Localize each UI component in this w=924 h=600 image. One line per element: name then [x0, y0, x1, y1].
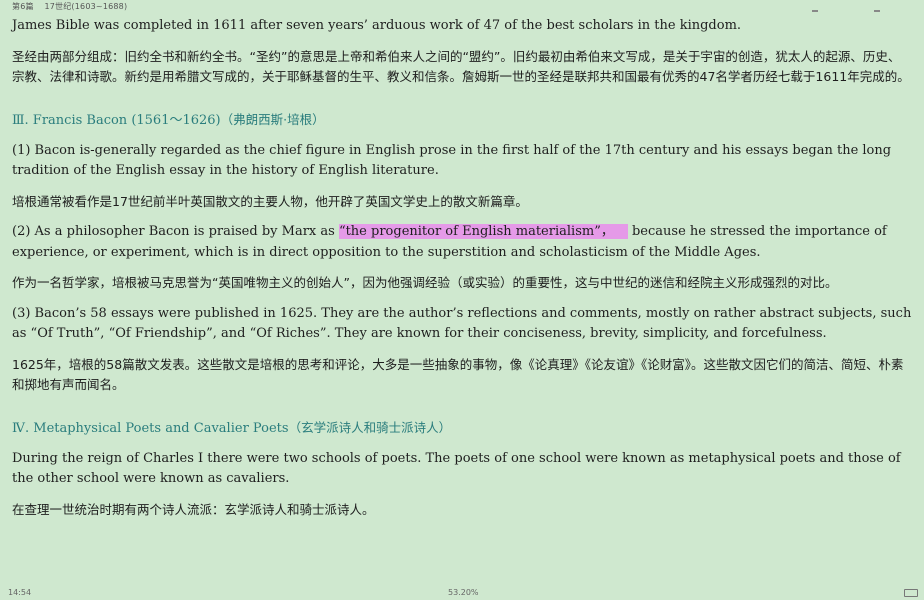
paragraph-en: James Bible was completed in 1611 after …	[12, 18, 742, 33]
paragraph-zh: 圣经由两部分组成：旧约全书和新约全书。“圣约”的意思是上帝和希伯来人之间的“盟约…	[12, 48, 910, 85]
top-indicators	[0, 4, 924, 14]
section-label: 17世纪(1603~1688)	[44, 2, 128, 11]
running-header: 第6篇 17世纪(1603~1688)	[12, 1, 135, 12]
highlighted-text[interactable]: “the progenitor of English materialism”，	[338, 224, 628, 239]
chapter-label: 第6篇	[12, 2, 34, 11]
paragraph-en: (2) As a philosopher Bacon is praised by…	[12, 222, 912, 263]
clock: 14:54	[8, 588, 32, 597]
text-run: (2) As a philosopher Bacon is praised by…	[12, 224, 339, 239]
reading-content[interactable]: James Bible was completed in 1611 after …	[12, 16, 912, 530]
dash-icon	[874, 10, 880, 12]
heading-en: Ⅳ. Metaphysical Poets and Cavalier Poets	[12, 420, 289, 436]
paragraph-zh: 培根通常被看作是17世纪前半叶英国散文的主要人物，他开辟了英国文学史上的散文新篇…	[12, 193, 528, 209]
paragraph-en: (1) Bacon is-generally regarded as the c…	[12, 142, 892, 179]
heading-zh: （玄学派诗人和骑士派诗人）	[288, 419, 452, 435]
dash-icon	[812, 10, 818, 12]
paragraph-zh: 1625年，培根的58篇散文发表。这些散文是培根的思考和评论，大多是一些抽象的事…	[12, 356, 904, 393]
paragraph-zh: 作为一名哲学家，培根被马克思誉为“英国唯物主义的创始人”，因为他强调经验（或实验…	[12, 275, 838, 290]
heading-zh: （弗朗西斯·培根）	[220, 111, 325, 127]
section-heading: Ⅲ. Francis Bacon (1561～1626)（弗朗西斯·培根）	[12, 110, 912, 131]
paragraph-en: (3) Bacon’s 58 essays were published in …	[12, 305, 912, 342]
paragraph-zh: 在查理一世统治时期有两个诗人流派：玄学派诗人和骑士派诗人。	[12, 501, 375, 517]
section-heading: Ⅳ. Metaphysical Poets and Cavalier Poets…	[12, 418, 912, 439]
battery-indicator	[904, 588, 918, 597]
battery-icon	[904, 588, 918, 597]
heading-en: Ⅲ. Francis Bacon (1561～1626)	[12, 112, 221, 128]
paragraph-en: During the reign of Charles I there were…	[12, 450, 901, 487]
reading-progress: 53.20%	[448, 588, 479, 597]
